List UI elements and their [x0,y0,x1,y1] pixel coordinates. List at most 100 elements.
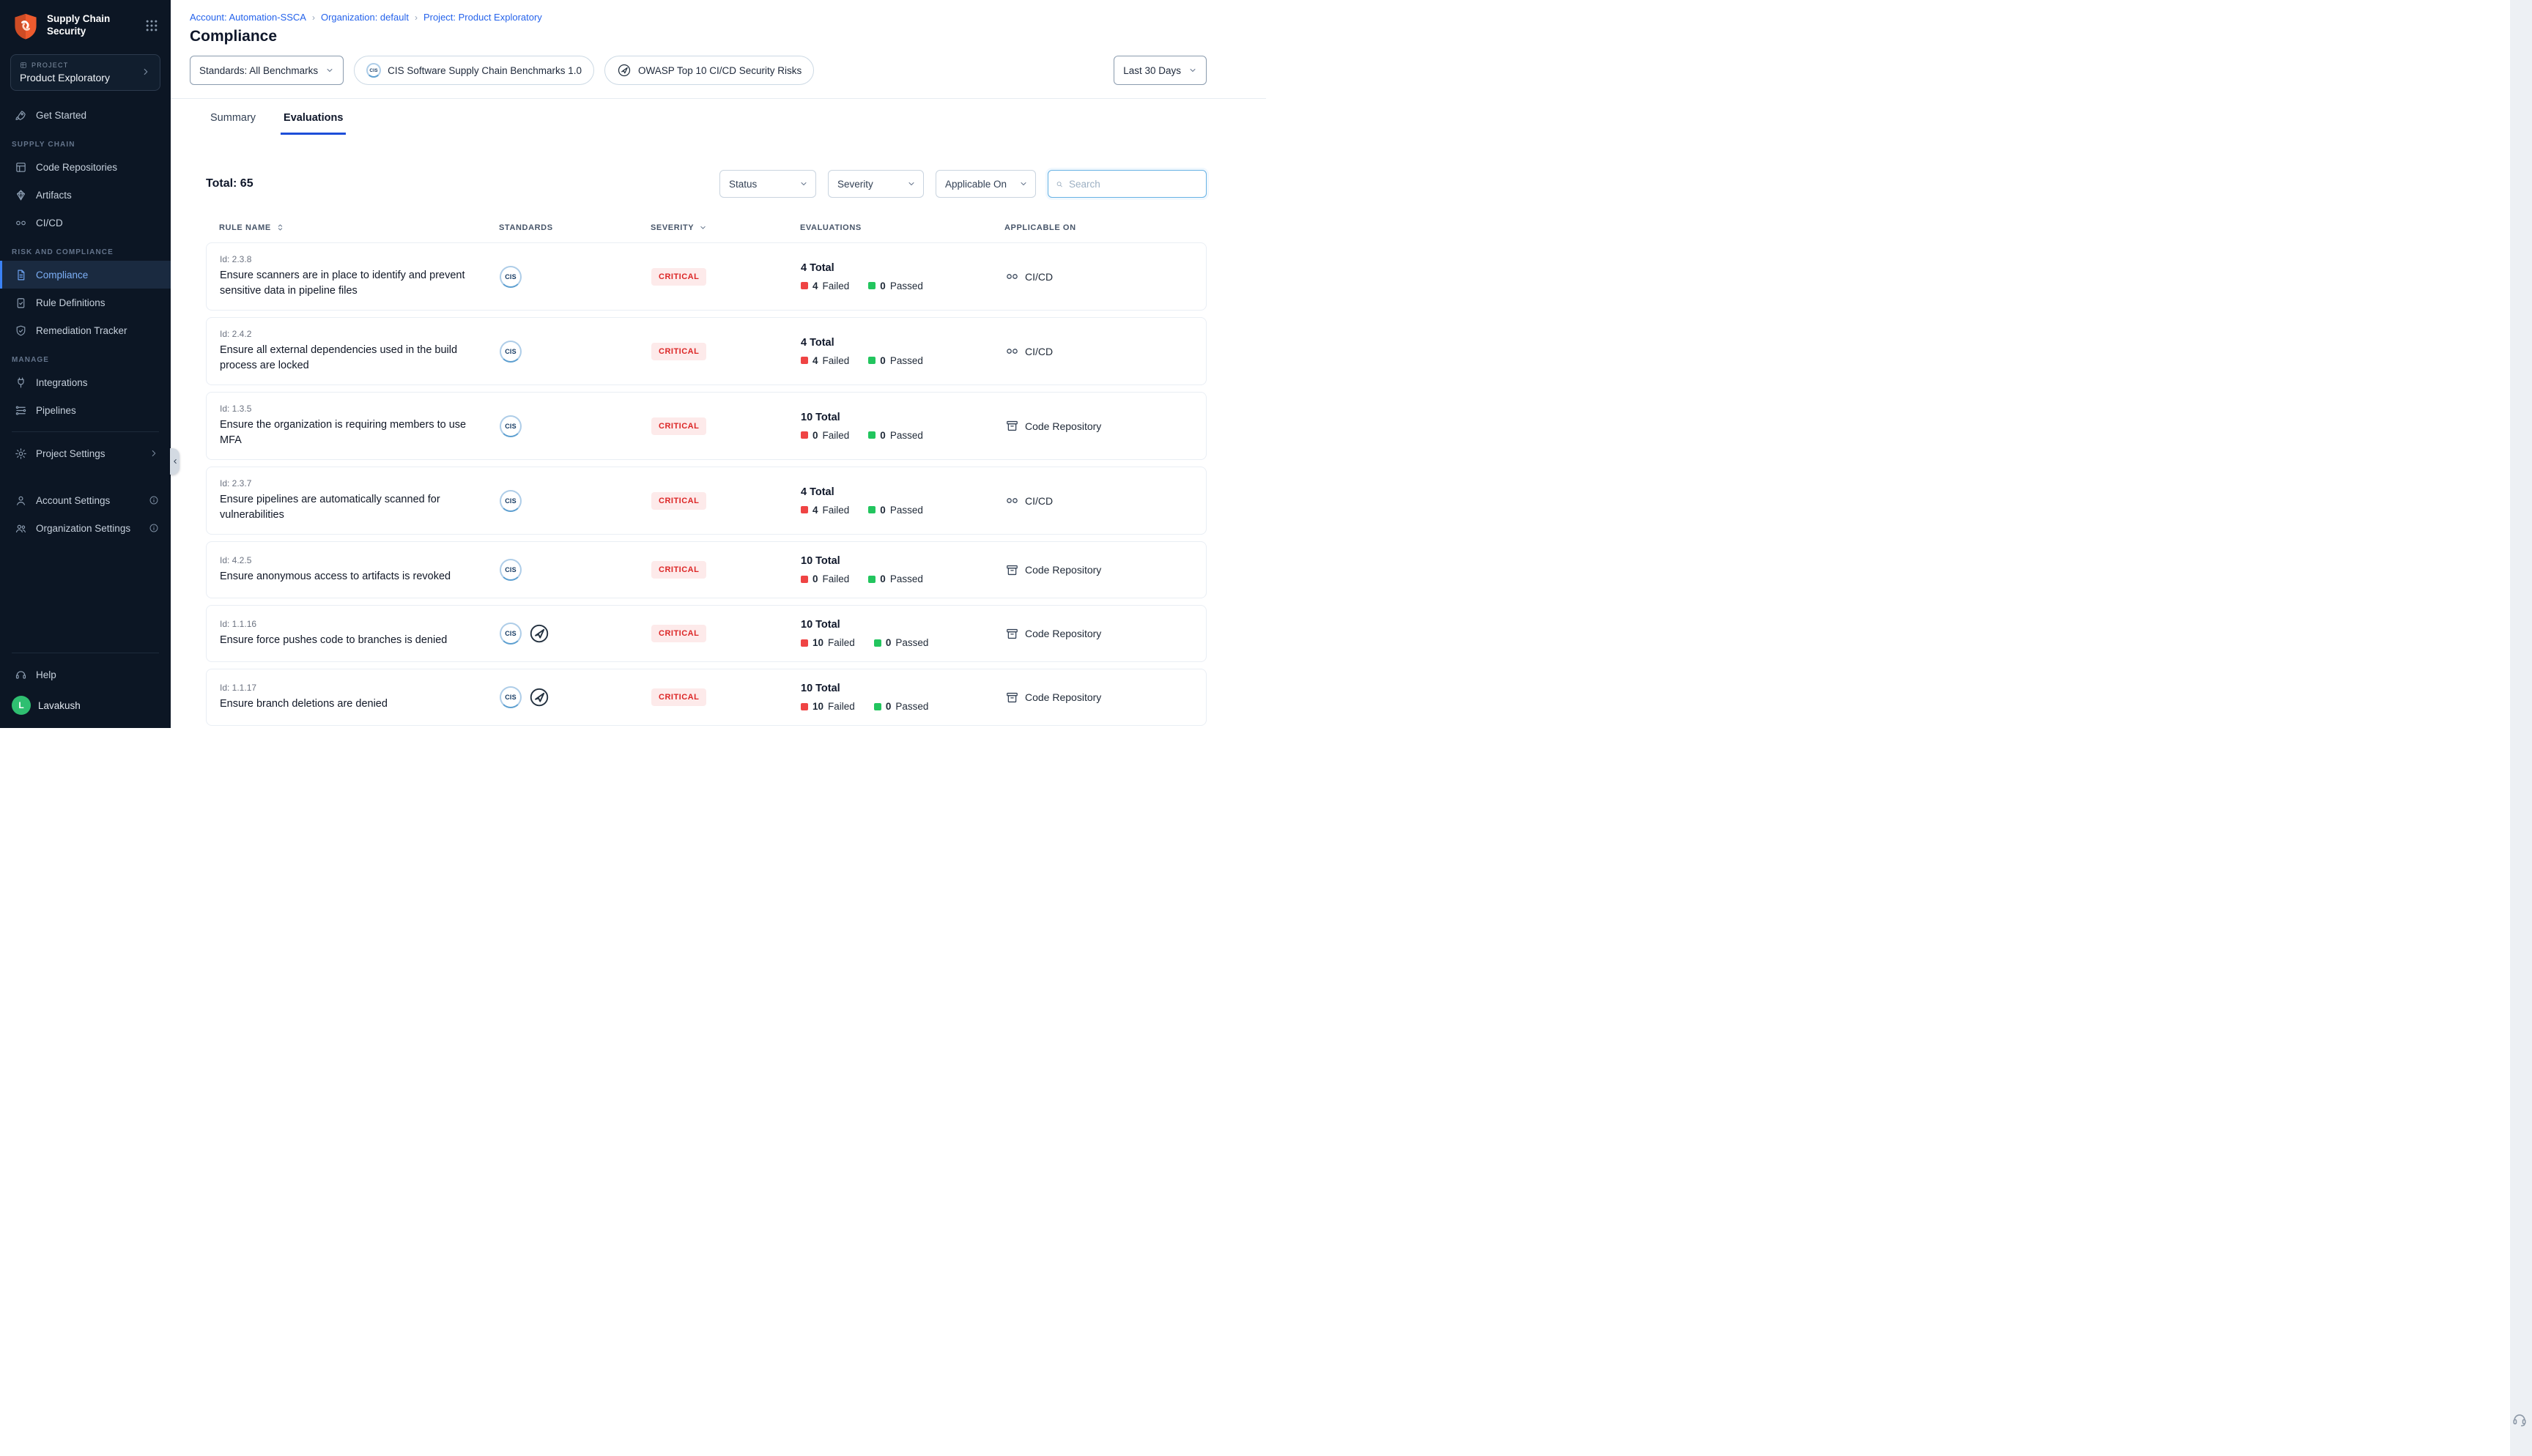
sidebar-item-label: Code Repositories [36,162,117,173]
status-filter-dropdown[interactable]: Status [719,170,816,198]
rule-id: Id: 1.1.16 [220,619,500,629]
table-row[interactable]: Id: 1.3.5 Ensure the organization is req… [206,392,1207,460]
sidebar-collapse-handle[interactable] [170,448,179,475]
sidebar-item-pipelines[interactable]: Pipelines [0,396,171,424]
user-menu[interactable]: L Lavakush [0,688,171,721]
rule-name: Ensure scanners are in place to identify… [220,268,473,299]
applicable-on-label: CI/CD [1025,271,1053,283]
sidebar-divider [12,431,159,432]
table-row[interactable]: Id: 4.2.5 Ensure anonymous access to art… [206,541,1207,598]
sidebar-item-get-started[interactable]: Get Started [0,101,171,129]
cis-logo-icon: CIS [366,63,381,78]
app-root: Supply Chain Security Project Product Ex… [0,0,1266,728]
sidebar-item-integrations[interactable]: Integrations [0,368,171,396]
evaluations-cell: 10Total 10Failed 0Passed [801,619,1005,648]
table-row[interactable]: Id: 1.1.17 Ensure branch deletions are d… [206,669,1207,726]
search-icon [1056,179,1063,190]
app-launcher-grid-icon[interactable] [144,18,159,33]
chevron-right-icon [141,67,151,79]
clipboard-check-icon [14,296,27,309]
sidebar-item-help[interactable]: Help [0,661,171,688]
cis-standard-icon: CIS [500,686,522,708]
passed-indicator [868,431,876,439]
evaluations-breakdown: 4Failed 0Passed [801,281,1005,291]
rule-cell: Id: 2.3.8 Ensure scanners are in place t… [220,254,500,299]
cis-standard-icon: CIS [500,490,522,512]
sort-both-icon [275,223,285,232]
cicd-infinity-icon [1005,344,1019,358]
project-name: Product Exploratory [20,72,110,83]
applicable-on-cell: Code Repository [1005,419,1197,433]
severity-cell: CRITICAL [651,492,801,510]
evaluations-cell: 10Total 0Failed 0Passed [801,412,1005,441]
code-repository-icon [14,160,27,174]
cis-benchmark-chip[interactable]: CIS CIS Software Supply Chain Benchmarks… [354,56,594,85]
evaluations-panel: Total: 65 Status Severity Applicable On [171,135,1266,728]
table-row[interactable]: Id: 2.3.8 Ensure scanners are in place t… [206,242,1207,311]
tab-evaluations[interactable]: Evaluations [281,108,346,135]
severity-badge: CRITICAL [651,688,706,706]
severity-filter-dropdown[interactable]: Severity [828,170,924,198]
breadcrumb-organization-link[interactable]: Organization: default [321,12,409,23]
cicd-infinity-icon [1005,270,1019,283]
table-row[interactable]: Id: 2.4.2 Ensure all external dependenci… [206,317,1207,385]
search-input[interactable] [1069,179,1199,190]
info-icon [149,523,159,533]
evaluations-breakdown: 10Failed 0Passed [801,637,1005,648]
standards-cell: CIS [500,490,651,512]
status-filter-label: Status [729,179,757,190]
date-range-dropdown[interactable]: Last 30 Days [1114,56,1207,85]
header-severity[interactable]: Severity [651,223,800,232]
table-row[interactable]: Id: 1.1.16 Ensure force pushes code to b… [206,605,1207,662]
tab-summary[interactable]: Summary [207,108,259,135]
sidebar-item-remediation-tracker[interactable]: Remediation Tracker [0,316,171,344]
applicable-on-cell: CI/CD [1005,270,1197,283]
code-repository-icon [1005,691,1019,705]
breadcrumb-project-link[interactable]: Project: Product Exploratory [423,12,542,23]
sidebar-item-account-settings[interactable]: Account Settings [0,486,171,514]
gear-icon [14,447,27,460]
passed-indicator [874,703,881,710]
standards-dropdown[interactable]: Standards: All Benchmarks [190,56,344,85]
severity-cell: CRITICAL [651,417,801,435]
owasp-standard-icon [528,686,550,708]
sidebar-item-project-settings[interactable]: Project Settings [0,439,171,467]
table-row[interactable]: Id: 2.3.7 Ensure pipelines are automatic… [206,467,1207,535]
header-rule-name[interactable]: Rule Name [219,223,499,232]
chip-label: CIS Software Supply Chain Benchmarks 1.0 [388,65,582,76]
sidebar-item-label: Get Started [36,110,86,121]
sidebar-item-label: Pipelines [36,405,76,416]
header-applicable-on: Applicable On [1004,223,1198,232]
failed-indicator [801,506,808,513]
table-header-row: Rule Name Standards Severity Evaluations… [206,223,1207,242]
evaluations-total: 4Total [801,337,1005,349]
header-evaluations: Evaluations [800,223,1004,232]
support-headset-icon[interactable] [2511,1411,2528,1430]
sidebar-item-rule-definitions[interactable]: Rule Definitions [0,289,171,316]
applicable-on-cell: CI/CD [1005,494,1197,508]
sidebar-item-compliance[interactable]: Compliance [0,261,171,289]
sidebar-item-cicd[interactable]: CI/CD [0,209,171,237]
applicable-on-filter-label: Applicable On [945,179,1007,190]
project-icon [20,62,27,69]
project-selector-text: Project Product Exploratory [20,62,110,83]
project-selector[interactable]: Project Product Exploratory [10,54,160,91]
severity-badge: CRITICAL [651,492,706,510]
sidebar-item-label: Artifacts [36,190,72,201]
user-avatar: L [12,696,31,715]
standards-cell: CIS [500,686,651,708]
headset-icon [14,668,27,681]
rule-name: Ensure all external dependencies used in… [220,343,473,374]
owasp-chip[interactable]: OWASP Top 10 CI/CD Security Risks [604,56,814,85]
applicable-on-filter-dropdown[interactable]: Applicable On [936,170,1036,198]
owasp-standard-icon [528,623,550,645]
sidebar-item-label: Help [36,669,56,680]
rule-cell: Id: 1.3.5 Ensure the organization is req… [220,404,500,448]
sidebar-item-code-repositories[interactable]: Code Repositories [0,153,171,181]
sidebar-item-organization-settings[interactable]: Organization Settings [0,514,171,542]
date-range-label: Last 30 Days [1123,65,1181,76]
breadcrumb-account-link[interactable]: Account: Automation-SSCA [190,12,306,23]
table-filters: Status Severity Applicable On [719,170,1207,198]
rule-cell: Id: 4.2.5 Ensure anonymous access to art… [220,555,500,584]
sidebar-item-artifacts[interactable]: Artifacts [0,181,171,209]
